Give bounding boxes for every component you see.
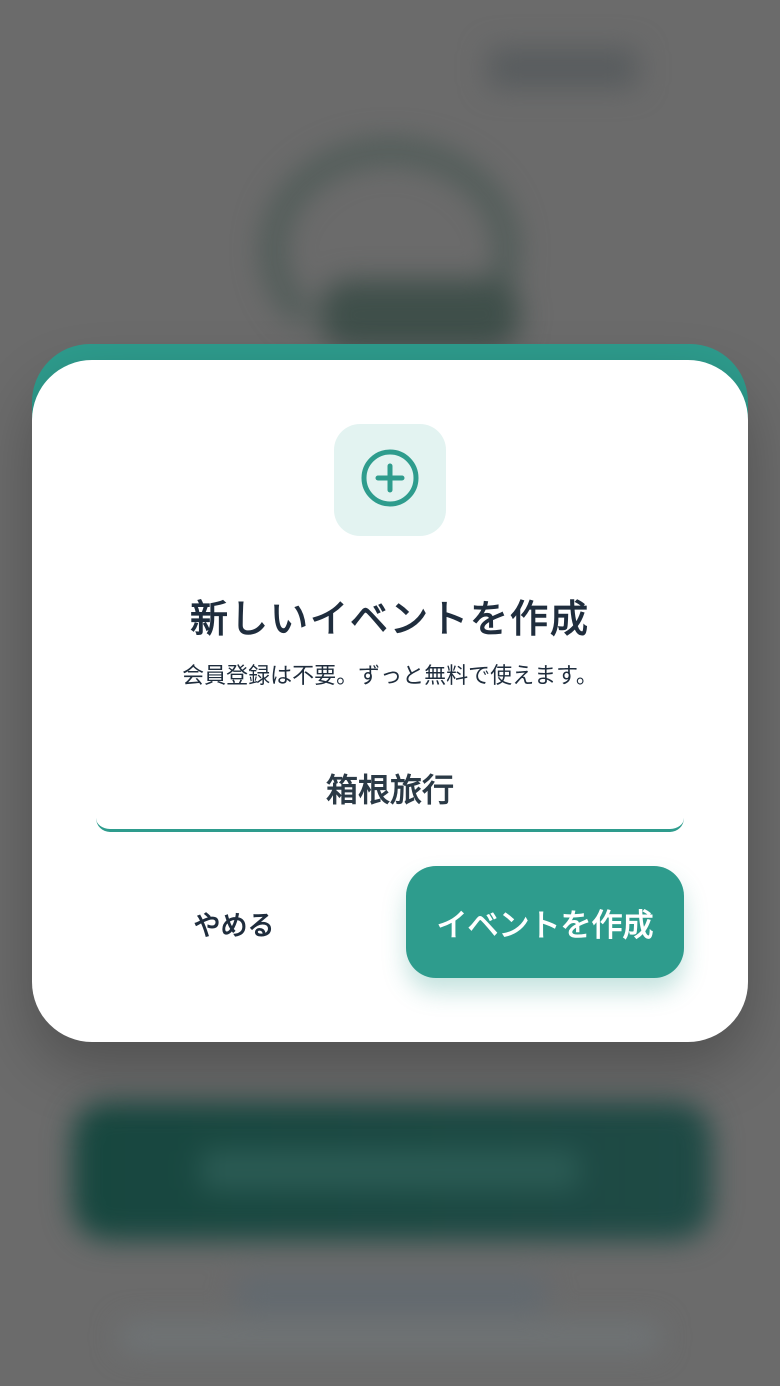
dialog-title: 新しいイベントを作成: [189, 597, 590, 641]
dialog-subtitle: 会員登録は不要。ずっと無料で使えます。: [182, 664, 598, 689]
app-logo-mark: [320, 280, 520, 350]
background-footer-text: [120, 1322, 660, 1352]
create-event-button[interactable]: イベントを作成: [406, 866, 684, 978]
event-name-field-wrapper: [96, 746, 684, 832]
background-cta-label: [200, 1150, 580, 1190]
page: 新しいイベントを作成 会員登録は不要。ずっと無料で使えます。 やめる イベントを…: [0, 0, 780, 1386]
background-footer-link: [236, 1276, 546, 1312]
cancel-button[interactable]: やめる: [132, 888, 336, 958]
event-name-input[interactable]: [96, 746, 684, 829]
create-event-dialog: 新しいイベントを作成 会員登録は不要。ずっと無料で使えます。 やめる イベントを…: [32, 360, 748, 1042]
icon-tile: [334, 424, 446, 536]
language-selector: [488, 48, 638, 88]
plus-circle-icon: [359, 447, 421, 513]
